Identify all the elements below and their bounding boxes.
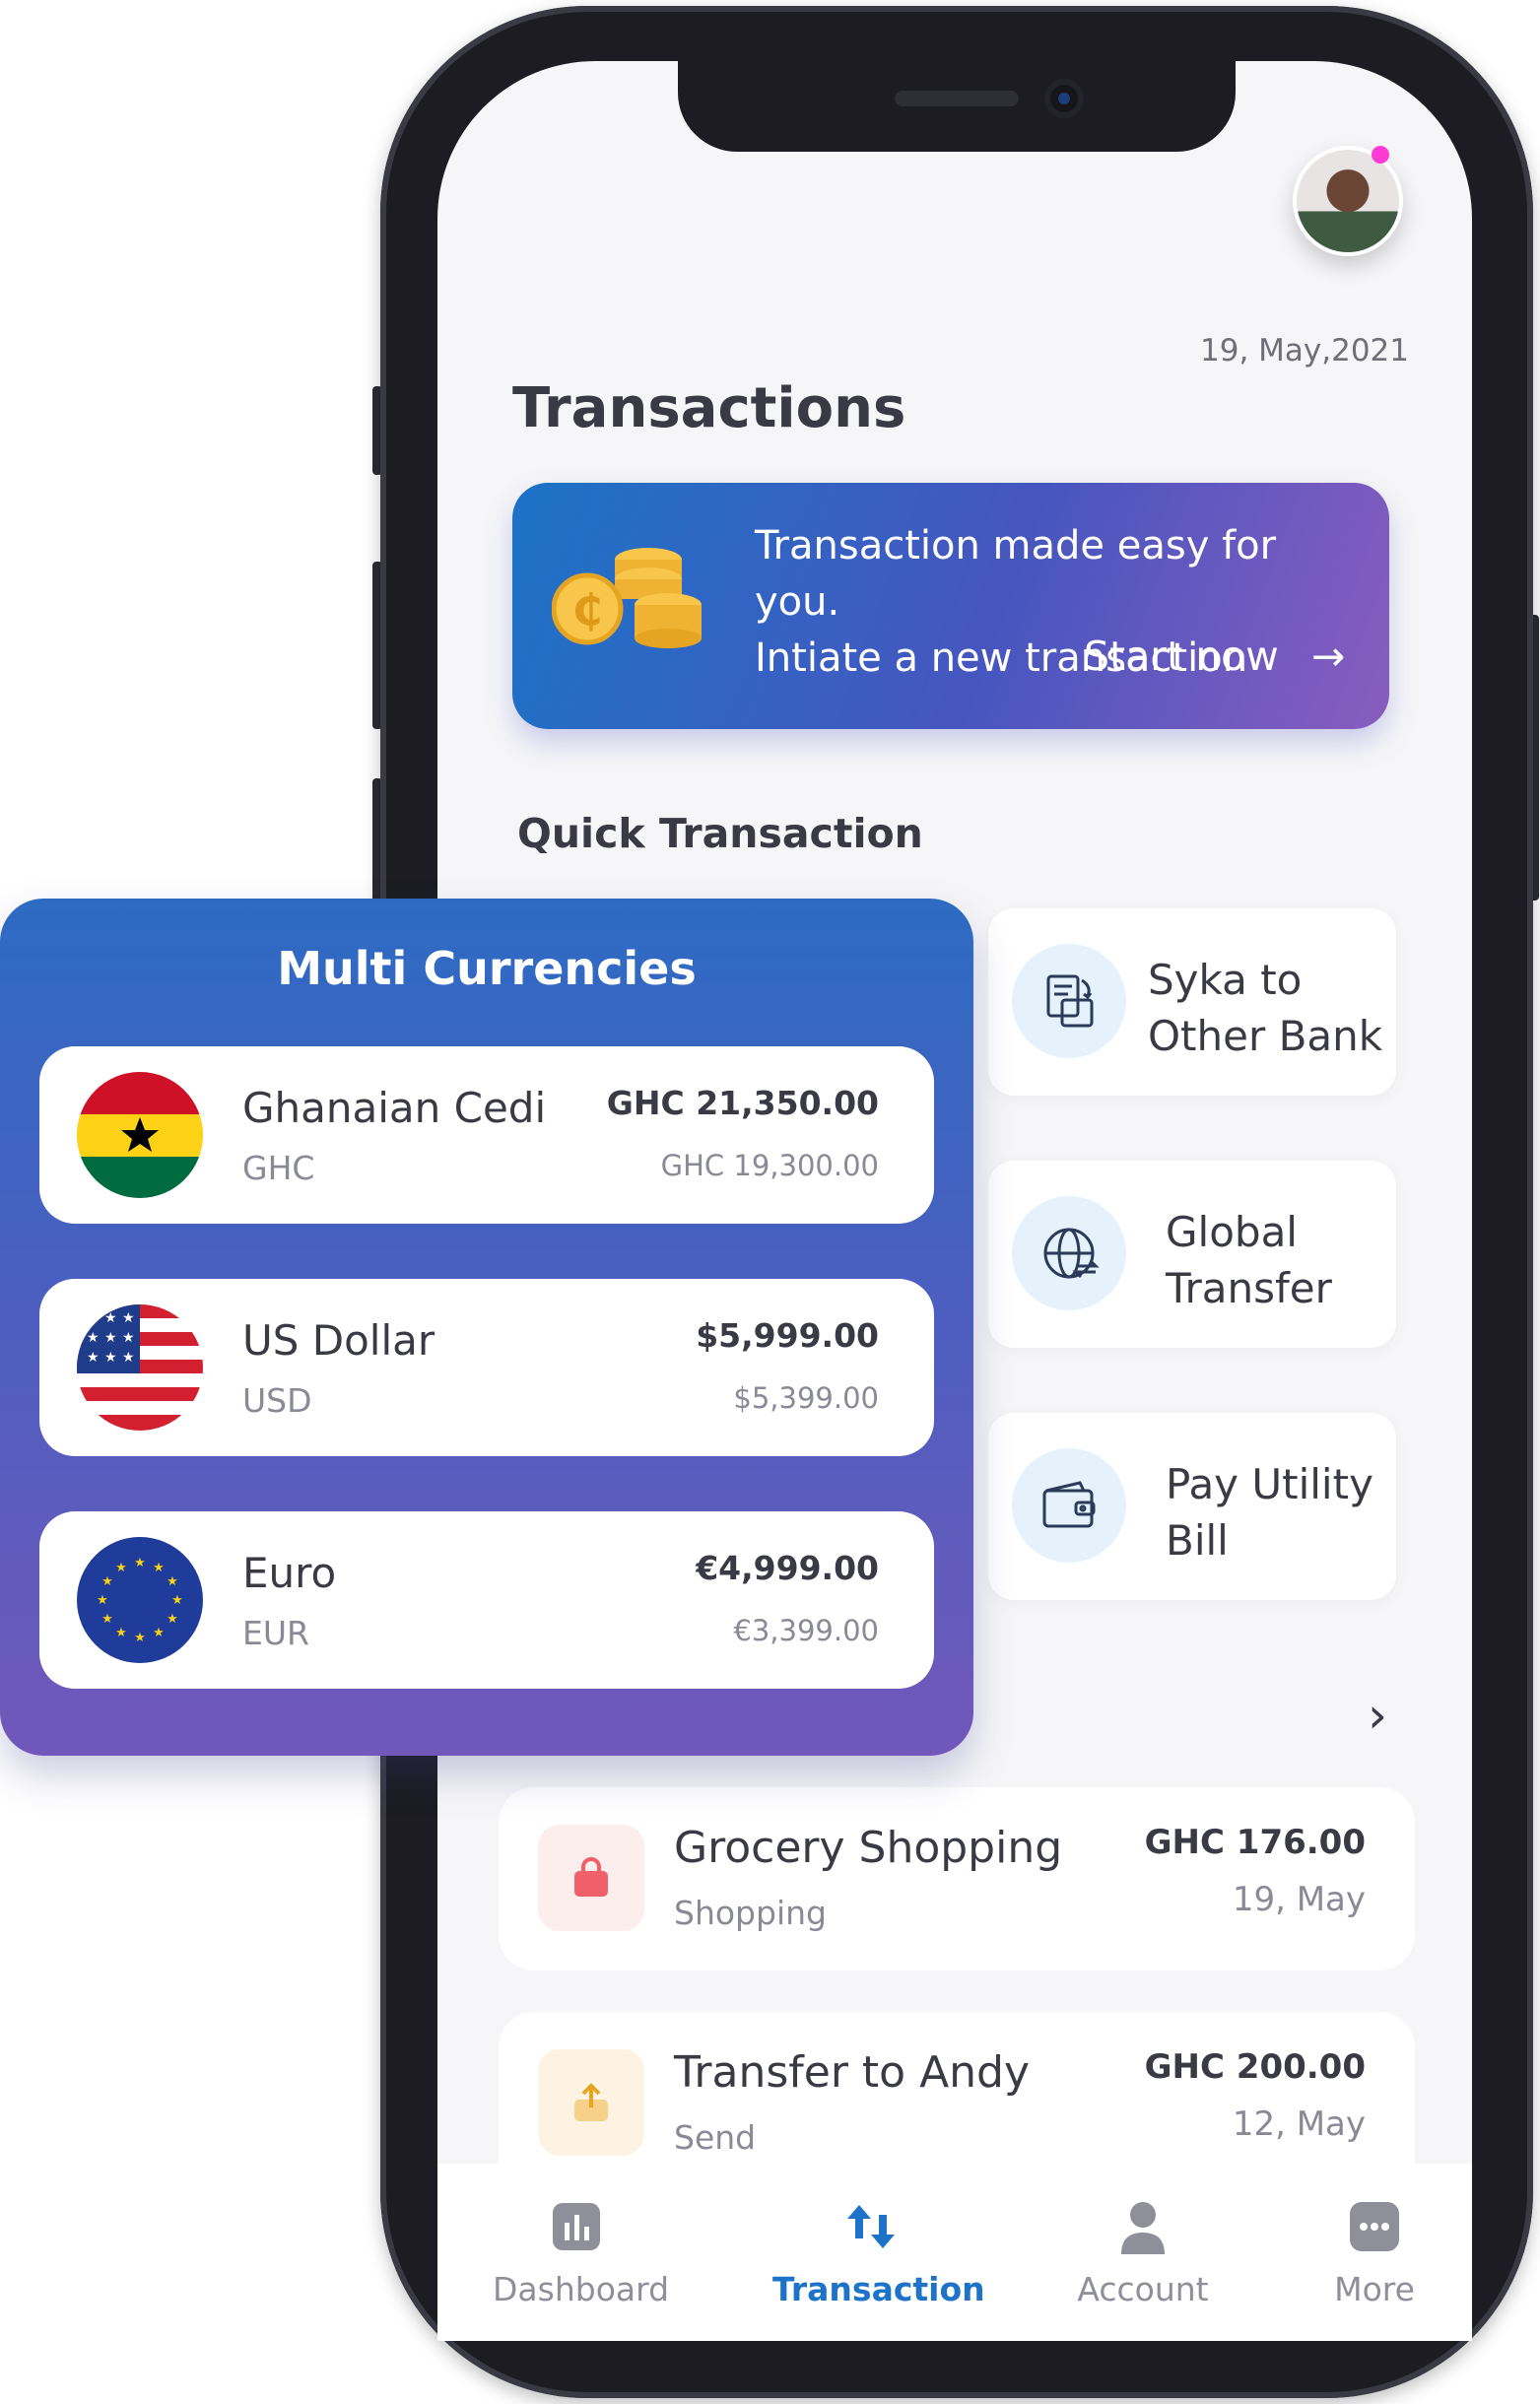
svg-text:★: ★ [87, 1310, 100, 1326]
currency-row-usd[interactable]: ★ ★ ★ ★ ★ ★ ★ ★ ★ US Dollar USD $5,999.00 $5,3… [39, 1279, 934, 1456]
svg-text:★: ★ [87, 1330, 100, 1346]
tile-label: Global Transfer [1166, 1208, 1332, 1312]
svg-text:★: ★ [122, 1350, 135, 1366]
notification-dot [1372, 146, 1389, 164]
banner-line-1: Transaction made easy for you. [755, 523, 1277, 625]
svg-text:★: ★ [104, 1310, 117, 1326]
wallet-icon [1012, 1448, 1126, 1563]
svg-text:★: ★ [134, 1556, 146, 1570]
bar-chart-icon [493, 2197, 660, 2256]
page-title: Transactions [512, 376, 906, 440]
svg-text:★: ★ [122, 1330, 135, 1346]
tile-syka-to-other-bank[interactable]: Syka to Other Bank [988, 908, 1396, 1096]
transfer-arrows-icon [772, 2197, 970, 2256]
chevron-right-icon[interactable]: › [1368, 1687, 1387, 1744]
nav-dashboard[interactable]: Dashboard [493, 2197, 670, 2308]
svg-text:★: ★ [153, 1561, 165, 1575]
svg-text:★: ★ [134, 1631, 146, 1645]
svg-text:★: ★ [101, 1574, 113, 1589]
usa-flag-icon: ★ ★ ★ ★ ★ ★ ★ ★ ★ [77, 1304, 203, 1431]
svg-text:★: ★ [104, 1350, 117, 1366]
svg-text:★: ★ [153, 1626, 165, 1640]
tile-label: Pay Utility Bill [1166, 1460, 1373, 1565]
currency-available: €3,399.00 [733, 1614, 879, 1647]
globe-transfer-icon [1012, 1196, 1126, 1310]
avatar[interactable] [1293, 146, 1403, 256]
coins-icon: ₵ [552, 548, 702, 648]
svg-text:★: ★ [104, 1330, 117, 1346]
nav-more[interactable]: More [1320, 2197, 1429, 2308]
transaction-amount: GHC 176.00 [1144, 1823, 1366, 1862]
currency-balance: €4,999.00 [696, 1549, 879, 1587]
transaction-amount: GHC 200.00 [1144, 2047, 1366, 2087]
arrow-right-icon: → [1310, 633, 1346, 680]
currency-name: US Dollar [242, 1316, 435, 1365]
svg-text:₵: ₵ [572, 585, 603, 635]
transaction-row[interactable]: Grocery Shopping Shopping GHC 176.00 19,… [499, 1787, 1415, 1970]
transaction-category: Shopping [674, 1894, 827, 1932]
transaction-date: 12, May [1232, 2104, 1366, 2144]
tile-global-transfer[interactable]: Global Transfer [988, 1161, 1396, 1348]
transaction-title: Grocery Shopping [674, 1823, 1063, 1873]
nav-label: Account [1077, 2270, 1209, 2308]
svg-text:★: ★ [87, 1350, 100, 1366]
currency-balance: GHC 21,350.00 [606, 1084, 879, 1122]
svg-text:★: ★ [115, 1626, 127, 1640]
svg-text:★: ★ [167, 1612, 178, 1627]
currency-name: Euro [242, 1549, 337, 1597]
shopping-bag-icon [538, 1825, 644, 1931]
send-up-icon [538, 2049, 644, 2156]
currency-row-ghc[interactable]: Ghanaian Cedi GHC GHC 21,350.00 GHC 19,3… [39, 1046, 934, 1224]
tile-label: Syka to Other Bank [1148, 956, 1383, 1060]
quick-transaction-heading: Quick Transaction [517, 810, 923, 857]
transaction-category: Send [674, 2118, 757, 2157]
speaker [895, 91, 1019, 106]
start-now-label: Start now [1084, 633, 1279, 680]
transaction-date: 19, May [1232, 1880, 1366, 1919]
front-camera [1044, 79, 1084, 118]
nav-label: Transaction [772, 2270, 985, 2308]
transaction-title: Transfer to Andy [674, 2047, 1031, 2098]
nav-transaction[interactable]: Transaction [772, 2197, 985, 2308]
currency-name: Ghanaian Cedi [242, 1084, 547, 1132]
bank-transfer-icon [1012, 944, 1126, 1058]
currency-code: USD [242, 1381, 312, 1420]
svg-text:★: ★ [171, 1593, 183, 1608]
currency-available: GHC 19,300.00 [660, 1149, 879, 1182]
multi-currencies-title: Multi Currencies [277, 942, 697, 995]
ghana-flag-icon [77, 1072, 203, 1198]
svg-text:★: ★ [115, 1561, 127, 1575]
svg-text:★: ★ [101, 1612, 113, 1627]
currency-balance: $5,999.00 [696, 1316, 879, 1355]
svg-text:★: ★ [167, 1574, 178, 1589]
eu-flag-icon: ★ ★ ★ ★ ★ ★ ★ ★ ★ ★ ★ ★ [77, 1537, 203, 1663]
currency-code: EUR [242, 1614, 309, 1652]
tile-pay-utility-bill[interactable]: Pay Utility Bill [988, 1413, 1396, 1600]
currency-row-eur[interactable]: ★ ★ ★ ★ ★ ★ ★ ★ ★ ★ ★ ★ Euro EUR €4,999.00 €3,39… [39, 1511, 934, 1689]
nav-account[interactable]: Account [1074, 2197, 1212, 2308]
notch [678, 61, 1236, 152]
currency-code: GHC [242, 1149, 315, 1187]
nav-label: Dashboard [493, 2270, 670, 2308]
person-icon [1074, 2197, 1212, 2256]
current-date: 19, May,2021 [1200, 333, 1409, 368]
start-now-link[interactable]: Start now → [1084, 633, 1345, 680]
svg-text:★: ★ [122, 1310, 135, 1326]
svg-text:★: ★ [97, 1593, 108, 1608]
currency-available: $5,399.00 [733, 1381, 879, 1415]
more-dots-icon [1320, 2197, 1429, 2256]
nav-label: More [1334, 2270, 1415, 2308]
